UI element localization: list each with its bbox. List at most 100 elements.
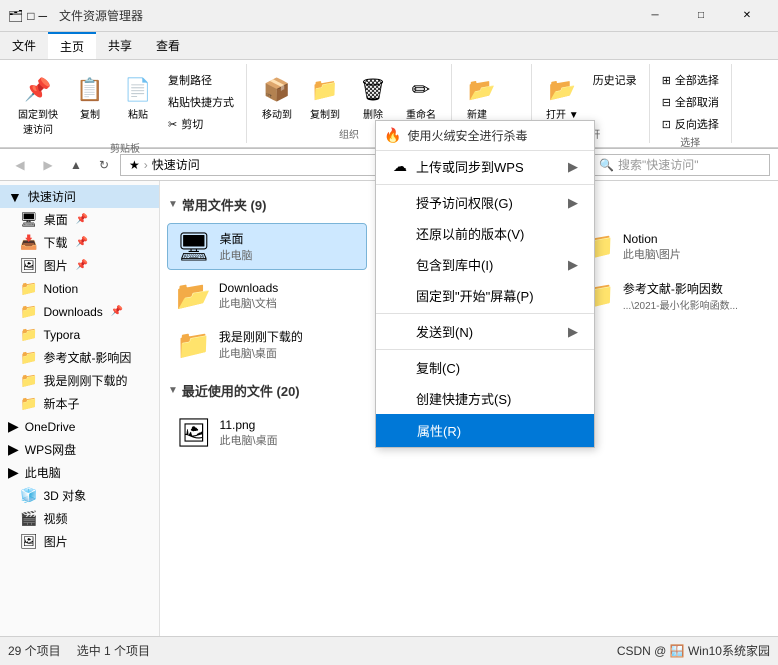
ctx-send-to[interactable]: 发送到(N) ▶: [376, 316, 594, 347]
pin-quickaccess-button[interactable]: 📌 固定到快速访问: [12, 70, 64, 140]
maximize-button[interactable]: □: [678, 0, 724, 32]
restore-icon: [392, 226, 408, 242]
grant-arrow-icon: ▶: [568, 195, 578, 211]
pin-icon-downloads: 📌: [75, 237, 87, 248]
sidebar-label-wps: WPS网盘: [25, 441, 76, 458]
downloads-icon: 📥: [20, 234, 37, 251]
ctx-grant-access[interactable]: 授予访问权限(G) ▶: [376, 187, 594, 218]
ctx-wps-upload[interactable]: ☁ 上传或同步到WPS ▶: [376, 151, 594, 182]
pictures2-icon: 🖼: [20, 533, 38, 550]
file-item-downloads[interactable]: 📂 Downloads 此电脑\文档: [168, 273, 366, 318]
downloads-file-sub: 此电脑\文档: [219, 295, 278, 311]
back-button[interactable]: ◀: [8, 153, 32, 177]
sidebar-item-3d[interactable]: 🧊 3D 对象: [0, 484, 159, 507]
forward-button[interactable]: ▶: [36, 153, 60, 177]
copy-icon: 📋: [74, 74, 106, 106]
sidebar-item-wps[interactable]: ▶ WPS网盘: [0, 438, 159, 461]
sidebar-item-video[interactable]: 🎬 视频: [0, 507, 159, 530]
ctx-create-shortcut[interactable]: 创建快捷方式(S): [376, 383, 594, 414]
sidebar-item-computer[interactable]: ▶ 此电脑: [0, 461, 159, 484]
sidebar-label-desktop: 桌面: [44, 211, 68, 228]
rename-button[interactable]: ✏ 重命名: [399, 70, 443, 125]
sidebar-item-typora[interactable]: 📁 Typora: [0, 323, 159, 346]
sidebar-item-desktop[interactable]: 🖥 桌面 📌: [0, 208, 159, 231]
sidebar-item-onedrive[interactable]: ▶ OneDrive: [0, 415, 159, 438]
copy-to-icon: 📁: [309, 74, 341, 106]
cut-button[interactable]: ✂ 剪切: [164, 114, 238, 134]
move-icon: 📦: [261, 74, 293, 106]
sidebar: ▼ 快速访问 🖥 桌面 📌 📥 下载 📌 🖼 图片 📌 📁 Notion 📁 D…: [0, 181, 160, 636]
ctx-restore-version[interactable]: 还原以前的版本(V): [376, 218, 594, 249]
minimize-button[interactable]: ─: [632, 0, 678, 32]
history-button[interactable]: 历史记录: [589, 70, 641, 90]
file-item-desktop[interactable]: 🖥 桌面 此电脑: [168, 224, 366, 269]
sidebar-item-pictures[interactable]: 🖼 图片 📌: [0, 254, 159, 277]
sidebar-item-reference[interactable]: 📁 参考文献-影响因: [0, 346, 159, 369]
delete-button[interactable]: 🗑 删除: [351, 70, 395, 125]
paste-button[interactable]: 📄 粘贴: [116, 70, 160, 125]
newbook-icon: 📁: [20, 395, 37, 412]
deselect-all-button[interactable]: ⊟ 全部取消: [658, 92, 723, 112]
ctx-include-library[interactable]: 包含到库中(I) ▶: [376, 249, 594, 280]
sidebar-item-newbook[interactable]: 📁 新本子: [0, 392, 159, 415]
send-to-icon: [392, 324, 408, 340]
file-item-11png[interactable]: 🖼 11.png 此电脑\桌面: [168, 410, 366, 455]
common-section-toggle[interactable]: ▼: [168, 199, 178, 210]
sidebar-item-pictures2[interactable]: 🖼 图片: [0, 530, 159, 553]
copy-to-button[interactable]: 📁 复制到: [303, 70, 347, 125]
file-item-downloaded[interactable]: 📁 我是刚刚下载的 此电脑\桌面: [168, 322, 366, 367]
ctx-library-label: 包含到库中(I): [416, 255, 493, 274]
tab-view[interactable]: 查看: [144, 32, 192, 59]
move-to-button[interactable]: 📦 移动到: [255, 70, 299, 125]
invert-select-button[interactable]: ⊡ 反向选择: [658, 114, 723, 134]
sidebar-label-downloads-folder: Downloads: [43, 305, 102, 319]
select-all-button[interactable]: ⊞ 全部选择: [658, 70, 723, 90]
invert-select-icon: ⊡: [662, 118, 671, 131]
close-button[interactable]: ✕: [724, 0, 770, 32]
desktop-file-icon: 🖥: [176, 230, 212, 263]
copy-path-label: 复制路径: [168, 72, 212, 88]
sidebar-label-quickaccess: 快速访问: [28, 188, 76, 205]
sidebar-item-downloaded[interactable]: 📁 我是刚刚下载的: [0, 369, 159, 392]
shortcut-icon: [392, 391, 408, 407]
status-bar: 29 个项目 选中 1 个项目 CSDN @ 🪟 Win10系统家园: [0, 636, 778, 664]
sidebar-label-reference: 参考文献-影响因: [43, 349, 131, 366]
ctx-copy[interactable]: 复制(C): [376, 352, 594, 383]
ctx-pin-start[interactable]: 固定到"开始"屏幕(P): [376, 280, 594, 311]
ctx-properties[interactable]: 属性(R): [376, 414, 594, 447]
status-right: CSDN @ 🪟 Win10系统家园: [617, 642, 770, 659]
deselect-all-label: 全部取消: [675, 94, 719, 110]
search-box[interactable]: 🔍 搜索"快速访问": [590, 154, 770, 176]
ctx-copy-icon: [392, 360, 408, 376]
sidebar-label-newbook: 新本子: [43, 395, 79, 412]
downloads-folder-icon: 📁: [20, 303, 37, 320]
paste-shortcut-button[interactable]: 粘贴快捷方式: [164, 92, 238, 112]
refresh-button[interactable]: ↻: [92, 153, 116, 177]
recent-section-toggle[interactable]: ▼: [168, 385, 178, 396]
up-button[interactable]: ▲: [64, 153, 88, 177]
copy-path-button[interactable]: 复制路径: [164, 70, 238, 90]
ctx-properties-label: 属性(R): [417, 421, 461, 440]
sidebar-item-downloads-folder[interactable]: 📁 Downloads 📌: [0, 300, 159, 323]
library-icon: [392, 257, 408, 273]
sidebar-item-notion[interactable]: 📁 Notion: [0, 277, 159, 300]
tab-share[interactable]: 共享: [96, 32, 144, 59]
open-button[interactable]: 📂 打开 ▼: [540, 70, 585, 125]
item-count: 29 个项目: [8, 642, 61, 659]
sidebar-item-downloads[interactable]: 📥 下载 📌: [0, 231, 159, 254]
sidebar-item-quickaccess[interactable]: ▼ 快速访问: [0, 185, 159, 208]
desktop-file-name: 桌面: [220, 230, 253, 247]
ctx-grant-label: 授予访问权限(G): [416, 193, 513, 212]
properties-icon: [393, 423, 409, 439]
onedrive-icon: ▶: [8, 418, 19, 435]
pin-start-icon: [392, 288, 408, 304]
desktop-file-sub: 此电脑: [220, 247, 253, 263]
ctx-fire-header[interactable]: 🔥 使用火绒安全进行杀毒: [376, 121, 594, 151]
common-section-title: 常用文件夹 (9): [182, 195, 267, 214]
copy-button[interactable]: 📋 复制: [68, 70, 112, 125]
tab-home[interactable]: 主页: [48, 32, 96, 59]
tab-file[interactable]: 文件: [0, 32, 48, 59]
pin-icon-downloads-folder: 📌: [111, 306, 123, 317]
file-item-notion[interactable]: 📁 Notion 此电脑\图片: [572, 224, 770, 269]
file-item-reference[interactable]: 📁 参考文献-影响因数 ...\2021-最小化影响函数...: [572, 273, 770, 318]
